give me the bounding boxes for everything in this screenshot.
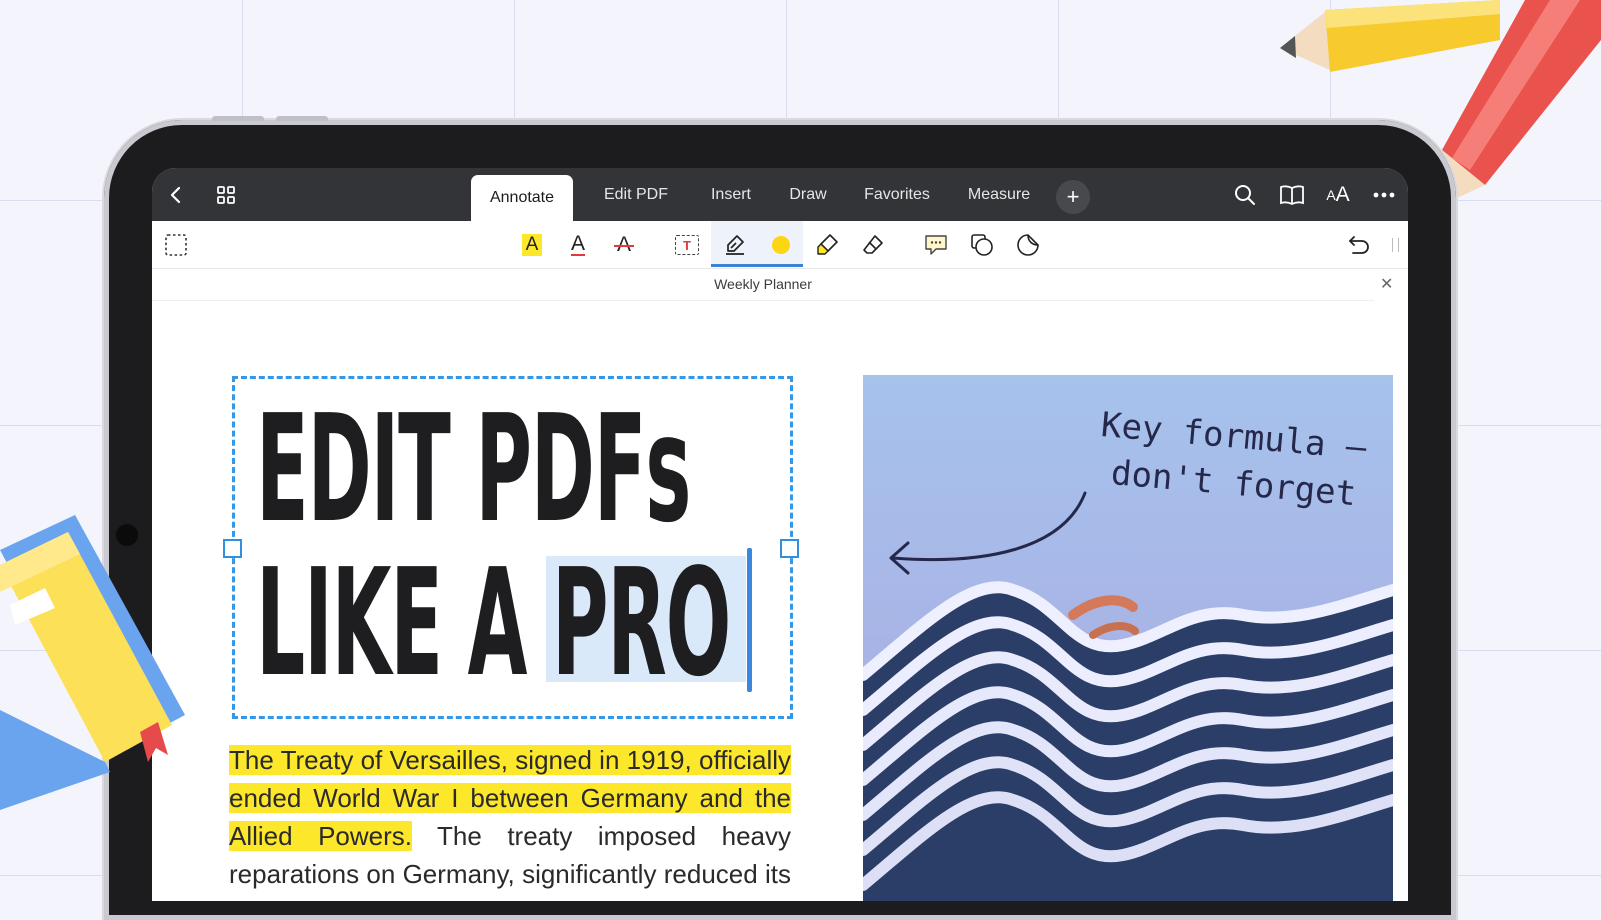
add-tab-button[interactable]: +: [1056, 180, 1090, 214]
undo-icon[interactable]: [1339, 225, 1379, 265]
grid-icon[interactable]: [212, 181, 240, 209]
headline-line-1: EDIT PDFs: [256, 383, 691, 555]
text-size-icon[interactable]: AA: [1324, 181, 1352, 209]
headline-line-2: LIKE A PRO: [256, 537, 731, 709]
strikethrough-text-icon[interactable]: A: [604, 225, 644, 265]
tab-favorites[interactable]: Favorites: [856, 168, 938, 221]
top-navigation-bar: Annotate Edit PDF Insert Draw Favorites …: [152, 168, 1408, 221]
highlight-text-icon[interactable]: A: [512, 225, 552, 265]
resize-handle-right[interactable]: [780, 539, 799, 558]
more-icon[interactable]: [1370, 181, 1398, 209]
toolbar-drag-handle[interactable]: [1392, 238, 1399, 252]
tab-draw[interactable]: Draw: [780, 168, 836, 221]
book-icon[interactable]: [1278, 181, 1306, 209]
tab-edit-pdf[interactable]: Edit PDF: [592, 168, 680, 221]
body-paragraph[interactable]: The Treaty of Versailles, signed in 1919…: [229, 741, 791, 901]
color-dot-icon[interactable]: [761, 225, 801, 265]
text-box-letter: T: [675, 235, 699, 255]
tab-insert[interactable]: Insert: [700, 168, 762, 221]
pen-icon[interactable]: [715, 225, 755, 265]
selected-word[interactable]: PRO: [552, 537, 731, 709]
highlight-letter: A: [522, 234, 542, 256]
underline-text-icon[interactable]: A: [558, 225, 598, 265]
comment-icon[interactable]: [916, 225, 956, 265]
shapes-icon[interactable]: [962, 225, 1002, 265]
close-document-icon[interactable]: ✕: [1380, 274, 1393, 294]
app-screen: Annotate Edit PDF Insert Draw Favorites …: [152, 168, 1408, 901]
underline-letter: A: [570, 232, 585, 256]
book-illustration: [0, 515, 185, 810]
text-box-icon[interactable]: T: [667, 225, 707, 265]
building-photo: Key formula – don't forget: [863, 375, 1393, 901]
document-title: Weekly Planner: [152, 268, 1374, 301]
red-pencil-illustration: [1442, 0, 1601, 205]
text-cursor: [747, 548, 752, 692]
text-size-label: A: [1326, 187, 1336, 203]
volume-button: [276, 116, 328, 121]
sticker-icon[interactable]: [1008, 225, 1048, 265]
highlighter-icon[interactable]: [807, 225, 847, 265]
eraser-icon[interactable]: [853, 225, 893, 265]
back-chevron-icon[interactable]: [162, 181, 190, 209]
tab-measure[interactable]: Measure: [958, 168, 1040, 221]
volume-button: [212, 116, 264, 121]
select-area-icon[interactable]: [156, 225, 196, 265]
tab-annotate[interactable]: Annotate: [471, 175, 573, 221]
search-icon[interactable]: [1231, 181, 1259, 209]
resize-handle-left[interactable]: [223, 539, 242, 558]
